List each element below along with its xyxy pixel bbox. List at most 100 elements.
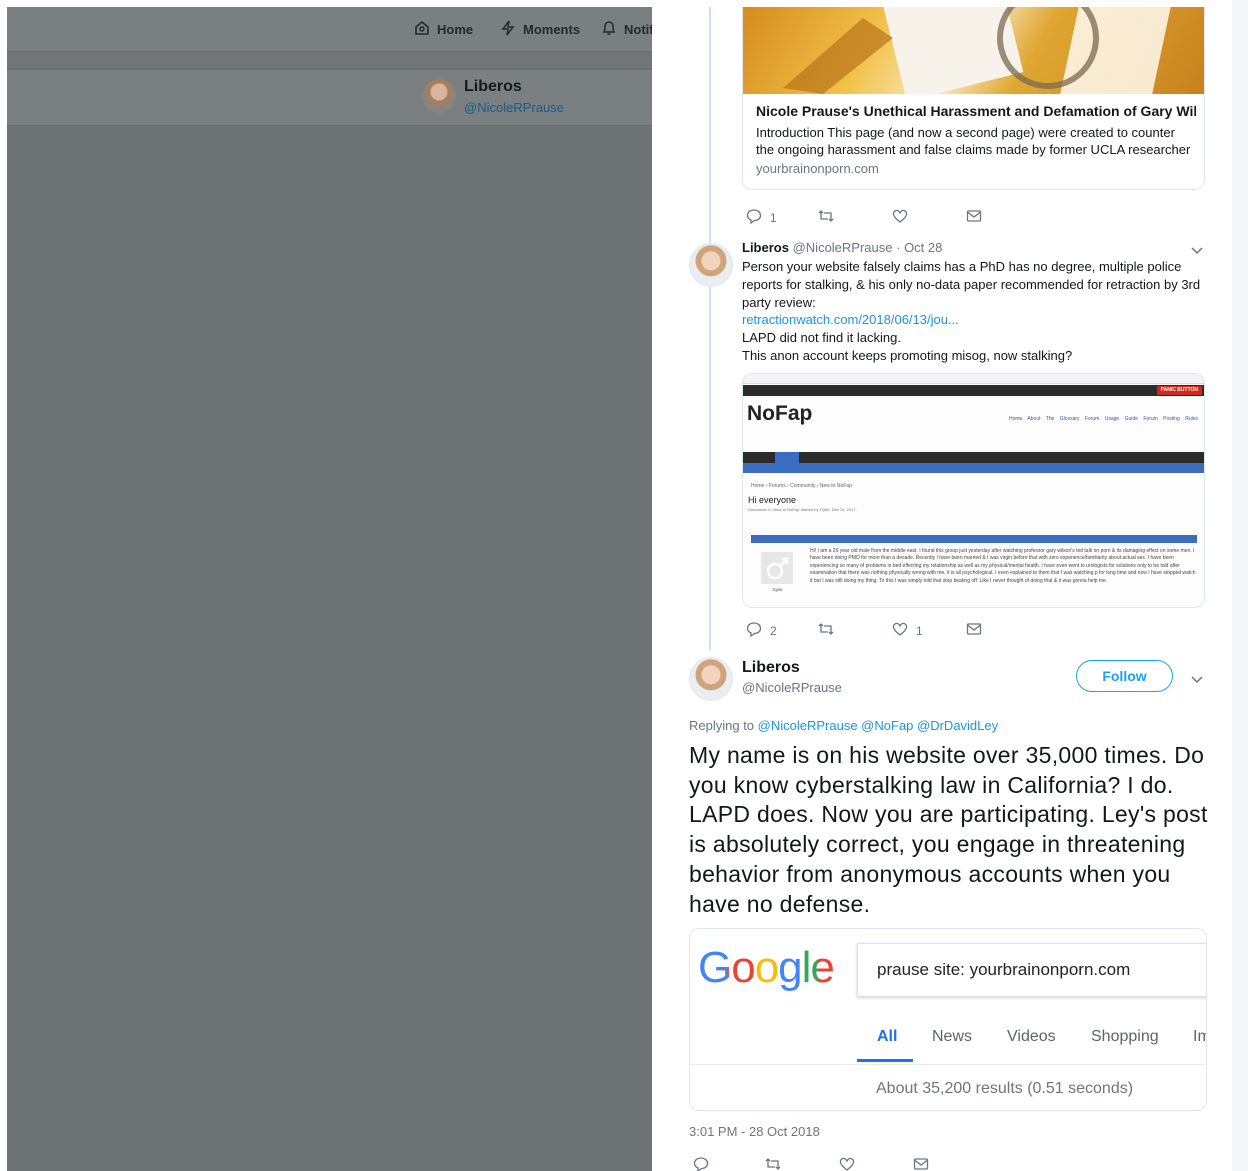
tab-news[interactable]: News — [932, 1028, 972, 1046]
avatar[interactable] — [689, 243, 733, 287]
link-card-image — [743, 7, 1204, 117]
nav-moments-label: Moments — [523, 22, 581, 37]
post-text: Hi! I am a 29 year old male from the mid… — [810, 548, 1196, 584]
message-icon — [966, 208, 982, 227]
reply-icon — [693, 1156, 709, 1171]
tweet-text-line: LAPD did not find it lacking. — [742, 330, 901, 346]
tab-videos[interactable]: Videos — [1007, 1028, 1056, 1046]
tweet-author-handle[interactable]: @NicoleRPrause — [742, 680, 842, 695]
site-nav — [743, 452, 1204, 463]
site-logo: NoFap — [747, 402, 812, 426]
nav-home[interactable]: Home — [413, 19, 473, 40]
site-topbar — [743, 385, 1204, 396]
profile-bar: Liberos @NicoleRPrause — [7, 70, 652, 126]
like-button[interactable]: 1 — [892, 621, 923, 640]
message-icon — [913, 1156, 929, 1171]
nav-moments[interactable]: Moments — [499, 19, 580, 40]
tweet-date[interactable]: · Oct 28 — [896, 240, 942, 255]
site-logo-text: NoFap — [747, 402, 813, 425]
google-logo: Google — [698, 943, 835, 993]
tweet-author-name[interactable]: Liberos — [742, 659, 800, 677]
reply-button[interactable]: 1 — [746, 208, 777, 227]
follow-button[interactable]: Follow — [1076, 660, 1173, 692]
tab-shopping[interactable]: Shopping — [1091, 1028, 1159, 1046]
message-button[interactable] — [966, 621, 982, 640]
search-input[interactable]: prause site: yourbrainonporn.com — [857, 943, 1206, 997]
replying-prefix: Replying to — [689, 718, 755, 733]
avatar[interactable] — [689, 657, 733, 701]
reply-button[interactable] — [693, 1156, 709, 1171]
link-card-domain: yourbrainonporn.com — [756, 161, 879, 176]
home-icon — [413, 19, 431, 40]
reply-icon — [746, 621, 762, 640]
retweet-icon — [765, 1156, 781, 1171]
tweet-actions — [693, 1156, 933, 1171]
link-card-title: Nicole Prause's Unethical Harassment and… — [756, 103, 1196, 119]
post-header-bar — [751, 535, 1197, 543]
active-tab-underline — [857, 1059, 913, 1062]
header-strip — [7, 53, 652, 69]
notifications-icon — [600, 19, 618, 40]
user-avatar-placeholder — [761, 552, 793, 584]
profile-handle[interactable]: @NicoleRPrause — [464, 100, 564, 115]
tweet-text-line: Person your website falsely claims has a… — [742, 259, 1201, 310]
replying-users[interactable]: @NicoleRPrause @NoFap @DrDavidLey — [758, 718, 998, 733]
tweet-author-handle[interactable]: @NicoleRPrause — [793, 240, 893, 255]
moments-icon — [499, 19, 517, 40]
top-navigation: Home Moments Notif — [7, 7, 652, 52]
reply-count: 2 — [770, 623, 777, 638]
link-card-description: Introduction This page (and now a second… — [756, 125, 1191, 157]
tweet-image[interactable]: PANIC BUTTON NoFap Home About The Glossa… — [742, 373, 1205, 608]
google-logo-text: Google — [698, 943, 835, 992]
like-button[interactable] — [839, 1156, 855, 1171]
message-icon — [966, 621, 982, 640]
post-username: TQ89 — [771, 587, 782, 592]
tweet-timestamp[interactable]: 3:01 PM - 28 Oct 2018 — [689, 1124, 820, 1139]
message-button[interactable] — [913, 1156, 929, 1171]
tweet-text: My name is on his website over 35,000 ti… — [689, 742, 1208, 917]
browser-url-bar — [743, 374, 1204, 384]
chevron-down-icon[interactable] — [1190, 243, 1204, 257]
site-subnav — [743, 463, 1204, 473]
link-card[interactable]: Nicole Prause's Unethical Harassment and… — [742, 7, 1205, 190]
tab-images[interactable]: Im — [1193, 1028, 1206, 1046]
tweet-text: Person your website falsely claims has a… — [742, 258, 1212, 365]
divider — [690, 1064, 1206, 1065]
tweet-actions: 2 1 — [746, 621, 986, 641]
nav-home-label: Home — [437, 22, 474, 37]
site-nav-active-tab — [775, 452, 799, 463]
tweet-image[interactable]: Google prause site: yourbrainonporn.com … — [689, 928, 1207, 1111]
site-breadcrumb: Home › Forums › Community › New to NoFap — [751, 483, 852, 489]
nav-notifications[interactable]: Notif — [600, 19, 652, 40]
avatar[interactable] — [422, 79, 456, 113]
thread-connector — [709, 7, 711, 650]
tweet-author-name[interactable]: Liberos — [742, 240, 789, 255]
panic-button: PANIC BUTTON — [1156, 386, 1202, 395]
replying-to: Replying to @NicoleRPrause @NoFap @DrDav… — [689, 718, 998, 733]
like-button[interactable] — [892, 208, 908, 227]
background-page: Home Moments Notif Liberos @NicoleRPraus… — [7, 7, 652, 1171]
retweet-button[interactable] — [818, 621, 834, 640]
tab-all[interactable]: All — [877, 1028, 897, 1046]
reply-count: 1 — [770, 210, 777, 225]
tweet-actions: 1 — [746, 208, 986, 228]
search-query: prause site: yourbrainonporn.com — [877, 960, 1131, 979]
retweet-button[interactable] — [818, 208, 834, 227]
like-count: 1 — [916, 623, 923, 638]
nav-notifications-label: Notif — [624, 22, 652, 37]
retweet-icon — [818, 208, 834, 227]
like-icon — [892, 208, 908, 227]
like-icon — [839, 1156, 855, 1171]
tweet-link[interactable]: retractionwatch.com/2018/06/13/jou... — [742, 311, 1212, 329]
like-icon — [892, 621, 908, 640]
profile-name: Liberos — [464, 78, 522, 95]
message-button[interactable] — [966, 208, 982, 227]
retweet-button[interactable] — [765, 1156, 781, 1171]
retweet-icon — [818, 621, 834, 640]
tweet-header: Liberos @NicoleRPrause · Oct 28 — [742, 240, 942, 255]
site-menu: Home About The Glossary Forum Usage Guid… — [1008, 416, 1198, 422]
chevron-down-icon[interactable] — [1190, 672, 1204, 686]
thread-title: Hi everyone — [748, 495, 797, 505]
results-count: About 35,200 results (0.51 seconds) — [876, 1080, 1134, 1097]
reply-button[interactable]: 2 — [746, 621, 777, 640]
